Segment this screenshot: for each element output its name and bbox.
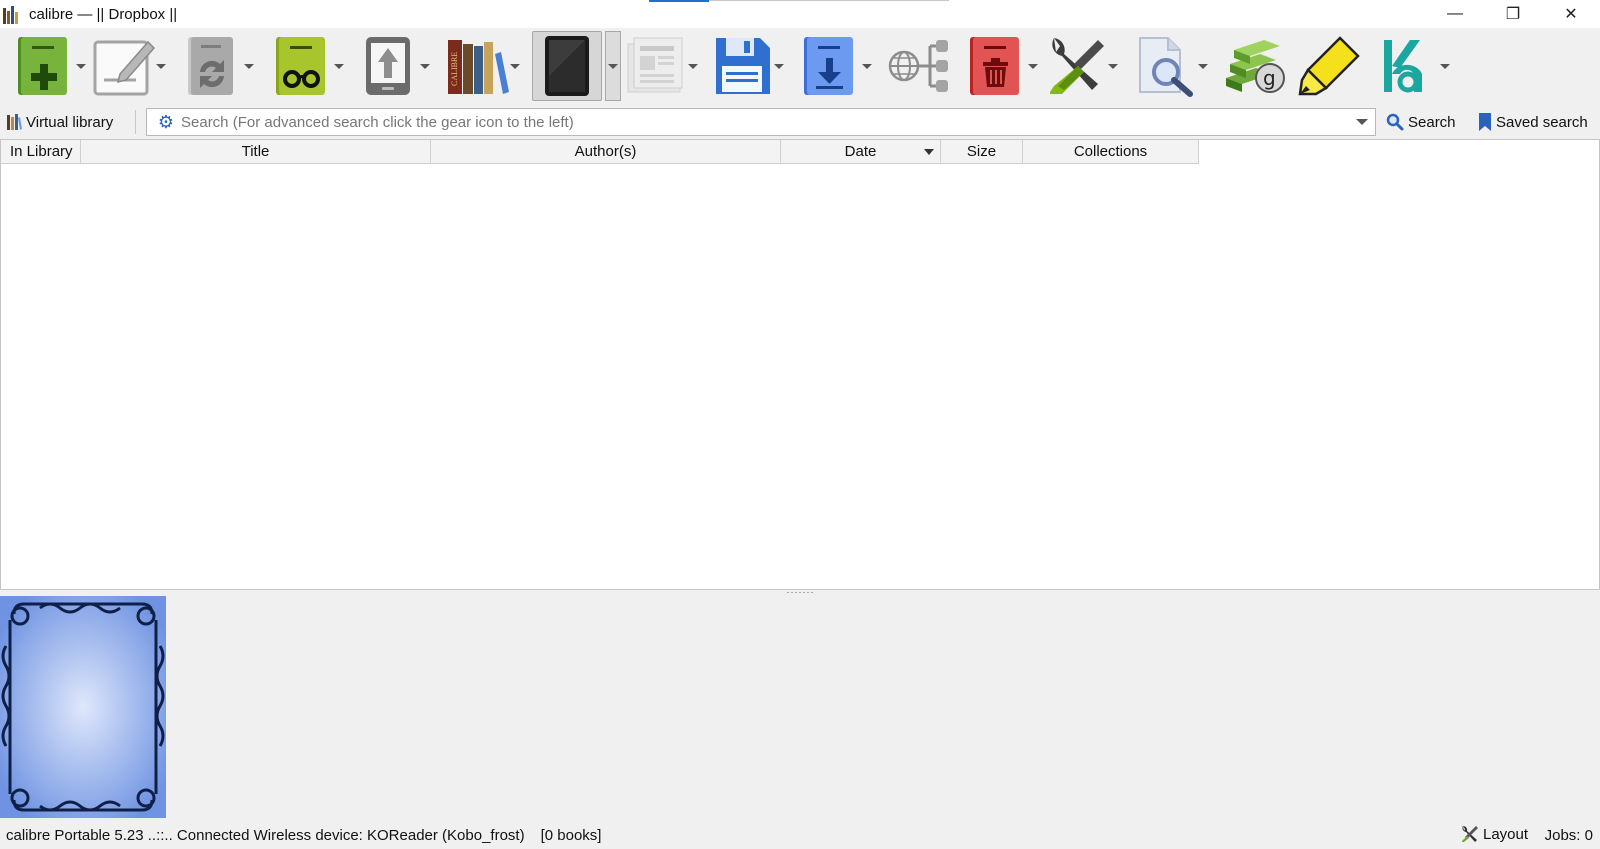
convert-icon [180, 34, 244, 98]
send-to-device-menu-arrow[interactable] [420, 34, 430, 98]
book-list[interactable]: In Library Title Author(s) Date Size Col… [0, 139, 1600, 590]
sort-descending-icon [924, 149, 934, 155]
title-divider-line [709, 0, 949, 1]
column-header-authors[interactable]: Author(s) [431, 140, 781, 164]
edit-metadata-menu-arrow[interactable] [156, 34, 166, 98]
calibre-library-menu-arrow[interactable] [510, 34, 520, 98]
svg-text:CALIBRE: CALIBRE [450, 52, 459, 86]
device-tablet-icon [532, 31, 602, 101]
title-bar: calibre — || Dropbox || — ❐ ✕ [0, 0, 1600, 28]
goodreads-button[interactable]: g [1222, 32, 1286, 100]
svg-text:g: g [1263, 66, 1276, 90]
search-history-dropdown[interactable] [1349, 109, 1375, 135]
document-search-icon [1134, 34, 1198, 98]
view-button[interactable] [270, 32, 344, 100]
calibre-library-button[interactable]: CALIBRE [446, 32, 520, 100]
book-count: [0 books] [540, 827, 602, 844]
search-input[interactable] [181, 110, 1349, 134]
maximize-button[interactable]: ❐ [1484, 0, 1542, 28]
preferences-menu-arrow[interactable] [1108, 34, 1118, 98]
preferences-button[interactable] [1044, 32, 1118, 100]
virtual-library-button[interactable]: Virtual library [6, 110, 113, 134]
download-book-icon [798, 34, 862, 98]
remove-books-button[interactable] [964, 32, 1038, 100]
tools-icon [1044, 34, 1108, 98]
layout-button[interactable]: Layout [1461, 825, 1528, 843]
send-to-device-icon [356, 34, 420, 98]
virtual-library-label: Virtual library [26, 113, 114, 131]
save-to-disk-button[interactable] [710, 32, 784, 100]
device-menu-arrow[interactable] [605, 31, 621, 101]
highlight-button[interactable] [1296, 32, 1360, 100]
layout-label: Layout [1483, 825, 1529, 843]
saved-search-label: Saved search [1496, 113, 1588, 131]
trash-icon [964, 34, 1028, 98]
status-bar: calibre Portable 5.23 ..::.. Connected W… [0, 822, 1600, 849]
column-header-date[interactable]: Date [781, 140, 941, 164]
window-controls: — ❐ ✕ [1426, 0, 1600, 28]
fetch-news-menu-arrow[interactable] [688, 34, 698, 98]
search-box: ⚙ [146, 108, 1376, 136]
add-books-menu-arrow[interactable] [76, 34, 86, 98]
gear-icon[interactable]: ⚙ [155, 111, 177, 133]
search-books-menu-arrow[interactable] [1198, 34, 1208, 98]
kobo-utilities-button[interactable] [1376, 32, 1450, 100]
table-header: In Library Title Author(s) Date Size Col… [1, 140, 1199, 164]
connect-share-button[interactable] [886, 32, 950, 100]
add-books-button[interactable] [12, 32, 86, 100]
kobo-icon [1376, 34, 1440, 98]
fetch-news-button[interactable] [624, 32, 698, 100]
magnifier-icon [1386, 113, 1404, 131]
library-icon: CALIBRE [446, 34, 510, 98]
layout-tools-icon [1462, 825, 1478, 842]
connect-share-icon [886, 34, 950, 98]
column-header-title[interactable]: Title [81, 140, 431, 164]
search-row-separator [135, 110, 136, 134]
device-button[interactable] [532, 31, 621, 101]
search-books-button[interactable] [1134, 32, 1208, 100]
remove-books-menu-arrow[interactable] [1028, 34, 1038, 98]
main-toolbar: CALIBRE g [0, 28, 1600, 104]
get-books-button[interactable] [798, 32, 872, 100]
goodreads-books-icon: g [1222, 34, 1286, 98]
news-icon [624, 34, 688, 98]
highlighter-icon [1296, 34, 1360, 98]
window-title: calibre — || Dropbox || [29, 5, 178, 23]
minimize-button[interactable]: — [1426, 0, 1484, 28]
view-menu-arrow[interactable] [334, 34, 344, 98]
jobs-indicator[interactable]: Jobs: 0 [1545, 827, 1593, 844]
saved-search-button[interactable]: Saved search [1478, 110, 1588, 134]
library-books-icon [7, 114, 22, 130]
send-to-device-button[interactable] [356, 32, 430, 100]
search-button[interactable]: Search [1386, 110, 1456, 134]
save-icon [710, 34, 774, 98]
book-cover-placeholder[interactable] [0, 596, 166, 818]
column-header-collections[interactable]: Collections [1023, 140, 1199, 164]
status-message: calibre Portable 5.23 ..::.. Connected W… [6, 827, 525, 844]
title-accent-line [649, 0, 709, 2]
splitter-handle[interactable] [786, 590, 814, 594]
view-book-icon [270, 34, 334, 98]
convert-books-button[interactable] [180, 32, 254, 100]
edit-metadata-button[interactable] [92, 32, 166, 100]
column-header-in-library[interactable]: In Library [1, 140, 81, 164]
get-books-menu-arrow[interactable] [862, 34, 872, 98]
search-row: Virtual library ⚙ Search Saved search [0, 106, 1600, 138]
column-header-size[interactable]: Size [941, 140, 1023, 164]
search-button-label: Search [1408, 113, 1456, 131]
bookmark-icon [1479, 113, 1491, 131]
convert-books-menu-arrow[interactable] [244, 34, 254, 98]
close-button[interactable]: ✕ [1542, 0, 1600, 28]
calibre-app-icon [3, 4, 23, 24]
kobo-utilities-menu-arrow[interactable] [1440, 34, 1450, 98]
edit-metadata-icon [92, 34, 156, 98]
save-to-disk-menu-arrow[interactable] [774, 34, 784, 98]
add-book-icon [12, 34, 76, 98]
